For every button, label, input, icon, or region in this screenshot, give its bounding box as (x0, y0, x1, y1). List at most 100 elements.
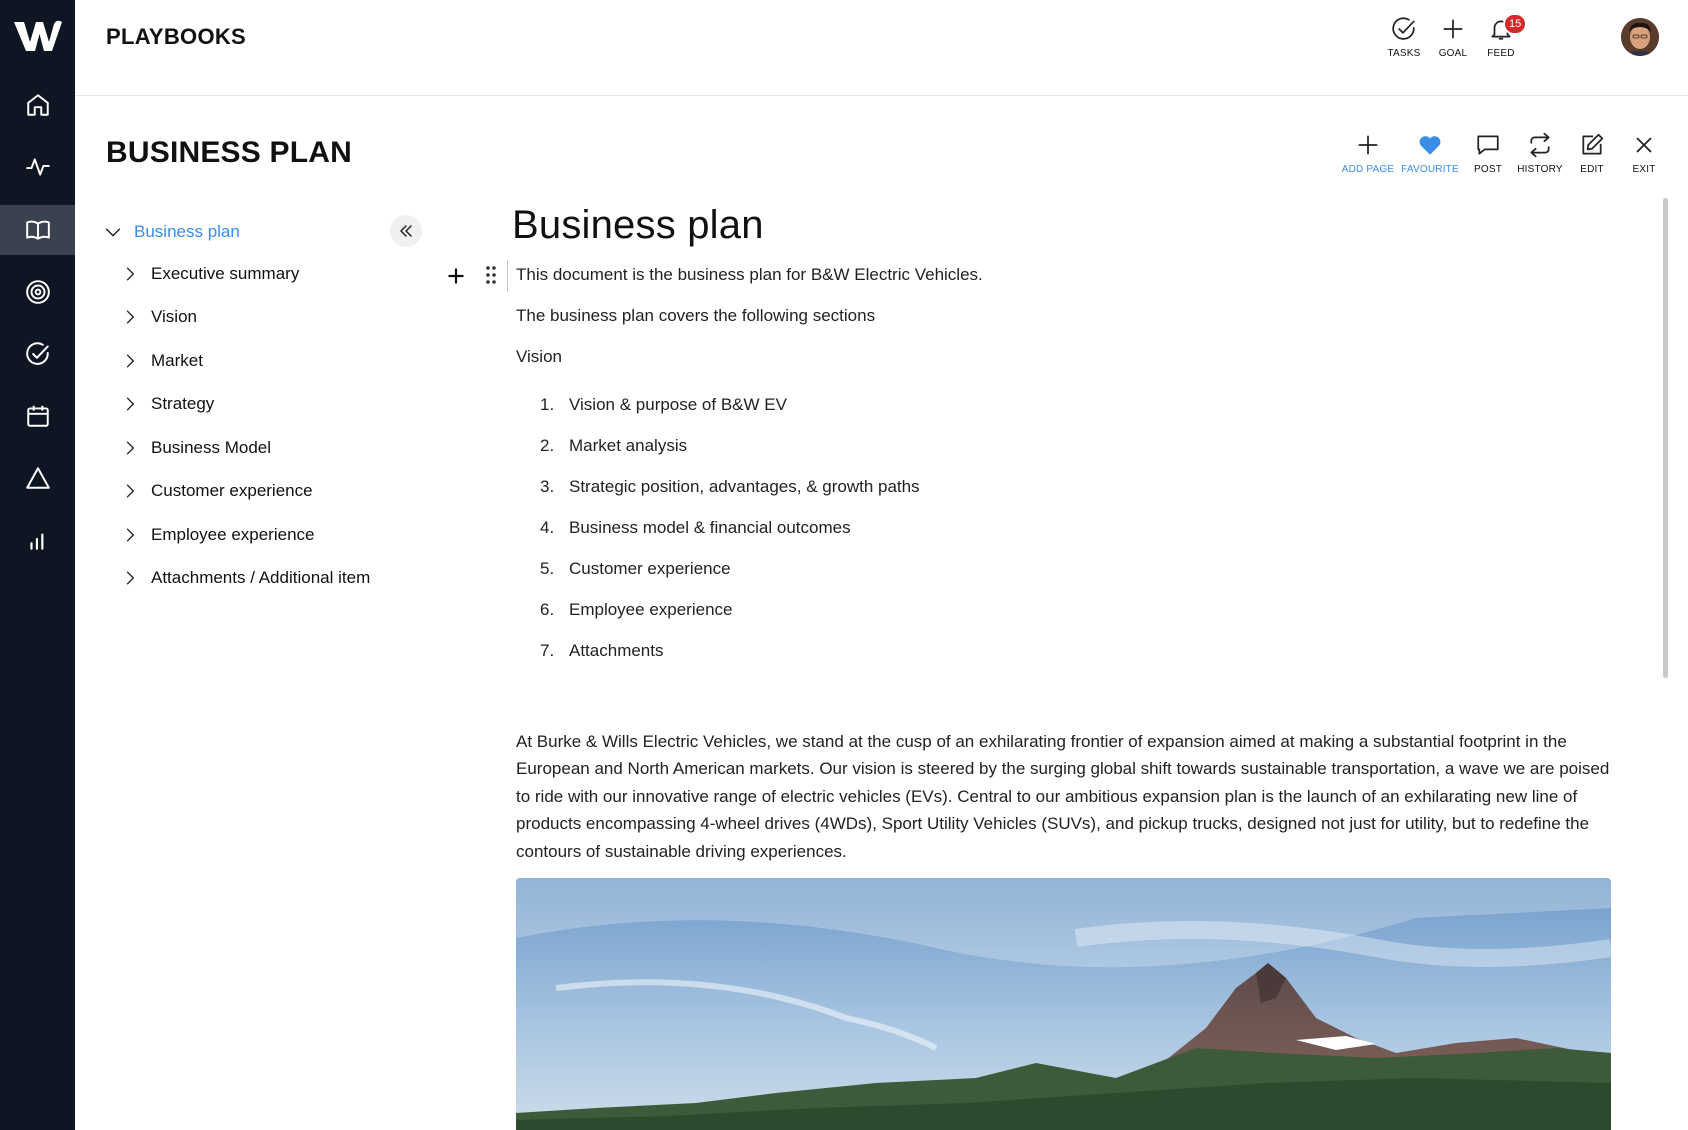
list-text: Employee experience (569, 600, 733, 619)
list-number: 6. (540, 600, 555, 619)
bar-chart-icon (29, 533, 43, 550)
list-number: 5. (540, 559, 555, 578)
tree-item-business-model[interactable]: Business Model (120, 428, 271, 468)
list-item[interactable]: 2. Market analysis (540, 431, 687, 461)
tasks-button[interactable]: TASKS (1379, 16, 1429, 59)
list-number: 1. (540, 395, 555, 414)
tasks-label: TASKS (1387, 48, 1421, 59)
list-text: Market analysis (569, 436, 688, 455)
list-text: Attachments (569, 641, 664, 660)
target-icon (25, 280, 50, 304)
list-text: Business model & financial outcomes (569, 518, 851, 537)
triangle-icon (25, 467, 50, 489)
list-item[interactable]: 5. Customer experience (540, 554, 731, 584)
chat-bubble-icon (1477, 135, 1499, 155)
add-block-icon[interactable] (446, 266, 466, 286)
chevron-right-icon[interactable] (120, 525, 140, 545)
chevron-right-icon[interactable] (120, 481, 140, 501)
tree-item-strategy[interactable]: Strategy (120, 384, 214, 424)
body-paragraph[interactable]: At Burke & Wills Electric Vehicles, we s… (516, 728, 1611, 865)
exit-label: EXIT (1632, 164, 1656, 175)
tree-item-label: Employee experience (151, 525, 315, 544)
list-item[interactable]: 7. Attachments (540, 636, 664, 666)
post-label: POST (1473, 164, 1503, 175)
chevron-right-icon[interactable] (120, 394, 140, 414)
tree-root-business-plan[interactable]: Business plan (100, 210, 240, 254)
list-item[interactable]: 4. Business model & financial outcomes (540, 513, 851, 543)
tree-item-customer-experience[interactable]: Customer experience (120, 471, 313, 511)
sections-intro-paragraph[interactable]: The business plan covers the following s… (516, 306, 875, 326)
feed-label: FEED (1487, 48, 1515, 59)
tree-item-label: Customer experience (151, 481, 313, 500)
history-button[interactable]: HISTORY (1510, 132, 1570, 175)
block-tools (446, 262, 506, 290)
nav-goals[interactable] (0, 267, 75, 317)
nav-playbooks[interactable] (0, 205, 75, 255)
nav-pulse[interactable] (0, 142, 75, 192)
list-text: Vision & purpose of B&W EV (569, 395, 787, 414)
add-page-button[interactable]: ADD PAGE (1338, 132, 1398, 175)
tree-item-employee-experience[interactable]: Employee experience (120, 515, 314, 555)
chevron-right-icon[interactable] (120, 438, 140, 458)
left-nav-rail (0, 0, 75, 1130)
tree-item-market[interactable]: Market (120, 341, 203, 381)
add-page-label: ADD PAGE (1341, 164, 1395, 175)
nav-home[interactable] (0, 80, 75, 130)
document-title: Business plan (512, 203, 764, 247)
list-text: Strategic position, advantages, & growth… (569, 477, 920, 496)
list-item[interactable]: 1. Vision & purpose of B&W EV (540, 390, 787, 420)
heart-icon (1419, 136, 1441, 155)
favourite-button[interactable]: FAVOURITE (1400, 132, 1460, 175)
tree-item-label: Vision (151, 307, 197, 326)
tree-item-executive-summary[interactable]: Executive summary (120, 254, 299, 294)
list-number: 2. (540, 436, 555, 455)
feed-button[interactable]: 15 FEED (1476, 13, 1528, 59)
book-icon (25, 220, 50, 240)
list-item[interactable]: 3. Strategic position, advantages, & grow… (540, 472, 920, 502)
pulse-icon (25, 158, 50, 176)
chevron-right-icon[interactable] (120, 568, 140, 588)
list-text: Customer experience (569, 559, 731, 578)
collapse-tree-button[interactable] (390, 215, 422, 247)
tree-item-label: Market (151, 351, 203, 370)
page-title: BUSINESS PLAN (106, 136, 352, 169)
user-avatar[interactable] (1621, 18, 1659, 56)
tree-item-attachments[interactable]: Attachments / Additional item (120, 558, 370, 598)
intro-paragraph[interactable]: This document is the business plan for B… (516, 265, 983, 285)
tree-item-label: Business Model (151, 438, 272, 457)
edit-icon (1582, 133, 1604, 155)
chevron-right-icon[interactable] (120, 264, 140, 284)
nav-risks[interactable] (0, 453, 75, 503)
w-logo-icon[interactable] (12, 18, 64, 54)
calendar-icon (26, 405, 49, 427)
list-number: 3. (540, 477, 555, 496)
goal-label: GOAL (1438, 48, 1468, 59)
chevron-right-icon[interactable] (120, 307, 140, 327)
exit-button[interactable]: EXIT (1614, 132, 1674, 175)
list-item[interactable]: 6. Employee experience (540, 595, 732, 625)
chevron-down-icon[interactable] (102, 221, 124, 243)
edit-button[interactable]: EDIT (1562, 132, 1622, 175)
tree-item-label: Executive summary (151, 264, 300, 283)
plus-icon (1443, 19, 1463, 39)
nav-tasks[interactable] (0, 329, 75, 379)
edit-label: EDIT (1580, 164, 1604, 175)
close-icon (1636, 137, 1652, 153)
goal-button[interactable]: GOAL (1428, 16, 1478, 59)
tree-item-vision[interactable]: Vision (120, 297, 197, 337)
content-scrollbar[interactable] (1663, 198, 1668, 678)
vision-label[interactable]: Vision (516, 347, 562, 367)
plus-icon (1358, 135, 1378, 155)
check-circle-icon (1392, 17, 1415, 40)
home-icon (26, 94, 49, 116)
list-number: 7. (540, 641, 555, 660)
nav-calendar[interactable] (0, 391, 75, 441)
history-label: HISTORY (1517, 164, 1563, 175)
favourite-label: FAVOURITE (1401, 164, 1459, 175)
check-circle-icon (25, 342, 49, 365)
nav-reports[interactable] (0, 515, 75, 565)
post-button[interactable]: POST (1458, 132, 1518, 175)
tree-item-label: Strategy (151, 394, 215, 413)
chevron-right-icon[interactable] (120, 351, 140, 371)
drag-handle-icon[interactable] (484, 264, 498, 286)
